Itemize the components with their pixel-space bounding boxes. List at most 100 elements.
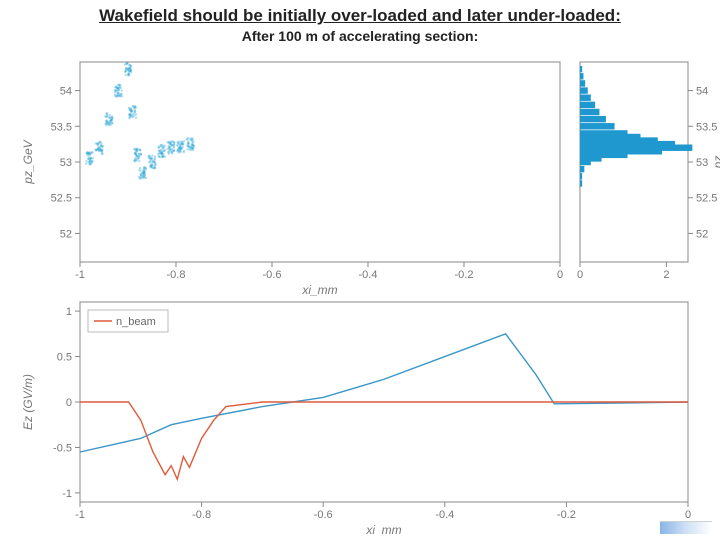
data-point: [142, 172, 144, 174]
legend-label: n_beam: [116, 316, 156, 328]
data-point: [158, 145, 160, 147]
data-point: [138, 152, 140, 154]
data-point: [90, 162, 92, 164]
data-point: [111, 117, 113, 119]
data-point: [142, 176, 144, 178]
data-point: [159, 156, 161, 158]
xlabel: xi_mm: [365, 523, 401, 534]
decorative-gradient: [660, 521, 712, 534]
data-point: [148, 157, 150, 159]
data-point: [127, 69, 129, 71]
data-point: [138, 169, 140, 171]
ytick-label: -1: [62, 488, 72, 500]
ylabel: Ez (GV/m): [21, 374, 35, 430]
data-point: [169, 142, 171, 144]
data-point: [187, 148, 189, 150]
data-point: [91, 151, 93, 153]
data-point: [126, 62, 128, 64]
data-point: [177, 142, 179, 144]
hist-bar: [580, 73, 583, 79]
data-point: [108, 123, 110, 125]
data-point: [99, 140, 101, 142]
data-point: [95, 148, 97, 150]
xtick-label: 2: [663, 269, 669, 281]
ylabel: pz: [711, 156, 720, 170]
hist-bar: [580, 130, 628, 136]
hist-bar: [580, 109, 599, 115]
data-point: [162, 153, 164, 155]
xtick-label: 0: [577, 269, 583, 281]
data-point: [120, 95, 122, 97]
data-point: [169, 148, 171, 150]
data-point: [130, 109, 132, 111]
hist-bar: [580, 95, 591, 101]
data-point: [107, 121, 109, 123]
xtick-label: -0.6: [263, 269, 282, 281]
ytick-label: 53.5: [51, 121, 72, 133]
data-point: [92, 157, 94, 159]
ylabel: pz_GeV: [21, 139, 35, 184]
data-point: [157, 153, 159, 155]
data-point: [160, 151, 162, 153]
data-point: [120, 93, 122, 95]
data-point: [172, 144, 174, 146]
ytick-label: 54: [696, 86, 708, 98]
data-point: [189, 149, 191, 151]
ytick-label: 0: [66, 397, 72, 409]
xtick-label: 0: [557, 269, 563, 281]
data-point: [191, 137, 193, 139]
data-point: [151, 154, 153, 156]
data-point: [85, 162, 87, 164]
hist-bar: [580, 66, 582, 72]
data-point: [109, 114, 111, 116]
data-point: [118, 84, 120, 86]
hist-bar: [580, 102, 595, 108]
data-point: [129, 64, 131, 66]
data-point: [85, 160, 87, 162]
data-point: [96, 142, 98, 144]
hist-bar: [580, 87, 588, 93]
data-point: [151, 167, 153, 169]
data-point: [182, 143, 184, 145]
ytick-label: 52: [696, 228, 708, 240]
hist-bar: [580, 180, 582, 186]
data-point: [134, 157, 136, 159]
hist-bar: [580, 123, 615, 129]
series-Ez_wake: [80, 334, 688, 452]
data-point: [110, 124, 112, 126]
data-point: [128, 107, 130, 109]
ytick-label: 0.5: [57, 352, 72, 364]
data-point: [88, 152, 90, 154]
xtick-label: -0.4: [359, 269, 378, 281]
data-point: [161, 144, 163, 146]
data-point: [163, 150, 165, 152]
xlabel: xi_mm: [301, 283, 337, 297]
data-point: [151, 164, 153, 166]
xtick-label: -1: [75, 509, 85, 521]
data-point: [138, 160, 140, 162]
data-point: [124, 74, 126, 76]
data-point: [101, 153, 103, 155]
data-point: [191, 144, 193, 146]
xtick-label: -0.8: [192, 509, 211, 521]
data-point: [154, 164, 156, 166]
data-point: [173, 150, 175, 152]
xtick-label: 0: [685, 509, 691, 521]
data-point: [116, 92, 118, 94]
page-subtitle: After 100 m of accelerating section:: [0, 28, 720, 44]
histogram-axes: [580, 62, 688, 262]
data-point: [173, 141, 175, 143]
ytick-label: 52: [60, 228, 72, 240]
data-point: [163, 144, 165, 146]
xtick-label: -0.2: [455, 269, 474, 281]
data-point: [128, 117, 130, 119]
hist-bar: [580, 166, 584, 172]
ytick-label: 54: [60, 86, 72, 98]
data-point: [135, 106, 137, 108]
figure-area: -1 -0.8 -0.6 -0.4 -0.2 0 52 52.5 53 53.5 54 xi_mm pz…: [0, 52, 720, 534]
ytick-label: 53: [696, 157, 708, 169]
data-point: [186, 145, 188, 147]
data-point: [143, 166, 145, 168]
xtick-label: -0.4: [435, 509, 454, 521]
ytick-label: 52.5: [51, 193, 72, 205]
